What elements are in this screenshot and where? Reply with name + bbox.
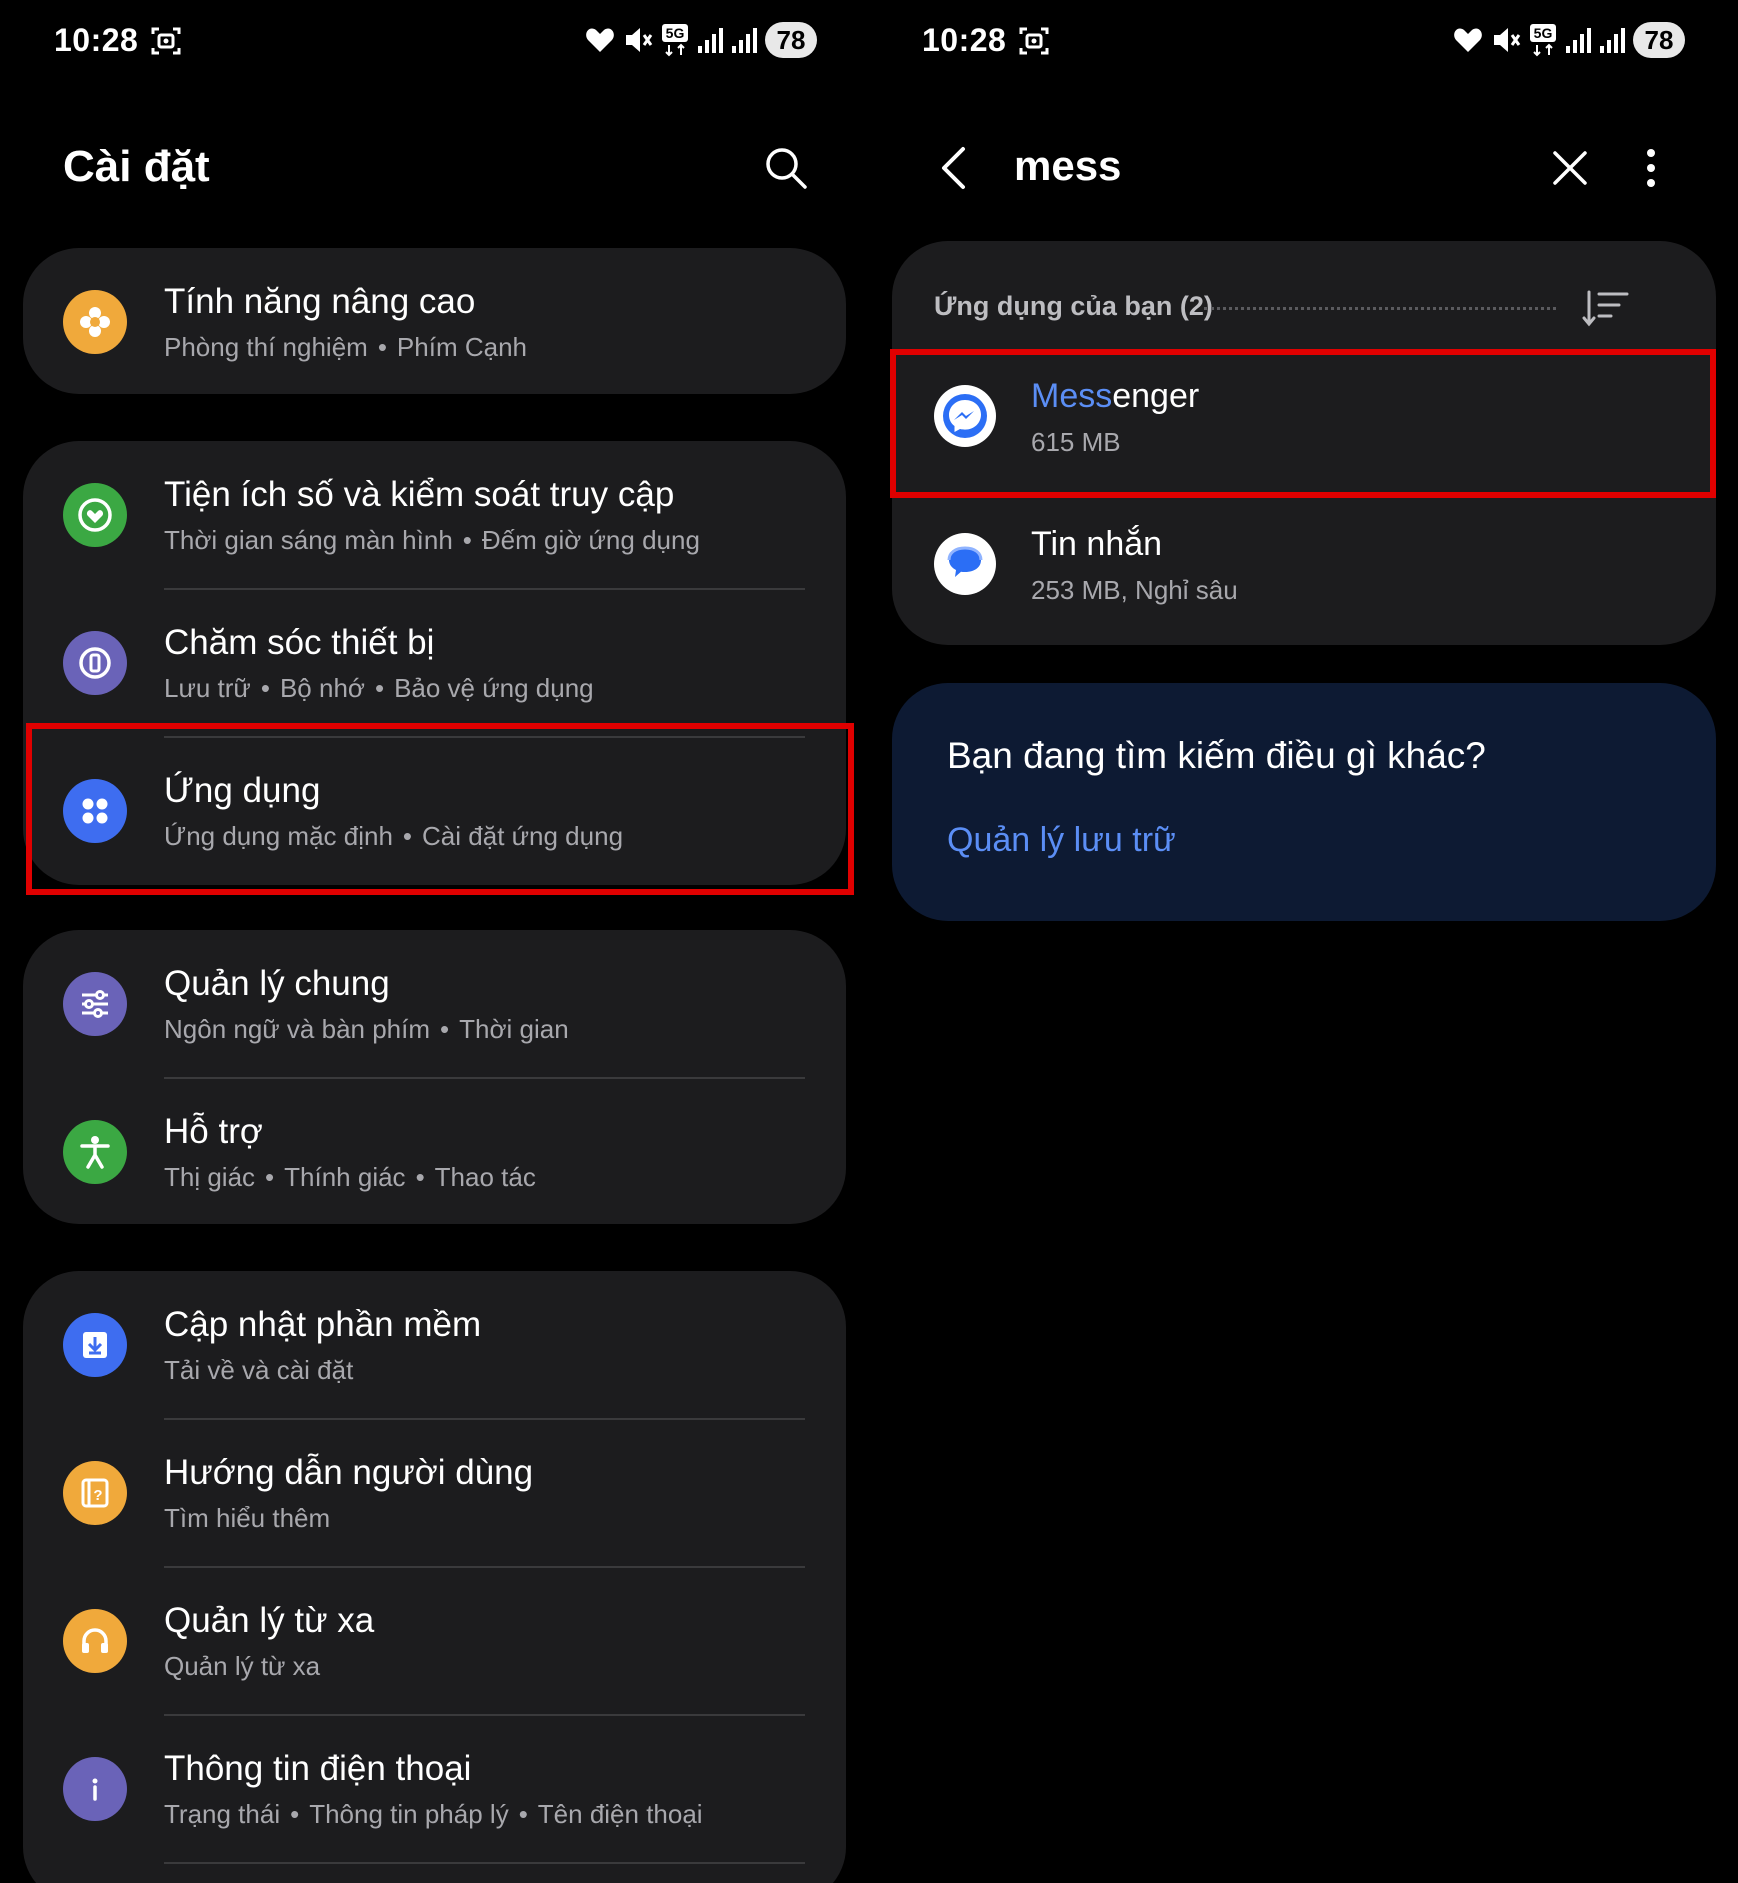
app-name: Tin nhắn <box>1031 525 1163 563</box>
signal-icon <box>732 28 757 53</box>
item-subtitle: Tải về và cài đặt <box>164 1355 354 1385</box>
app-size: 253 MB, Nghỉ sâu <box>1031 575 1238 605</box>
info-icon <box>63 1757 127 1821</box>
5g-icon: 5G <box>662 24 688 57</box>
item-title: Quản lý từ xa <box>164 1601 375 1640</box>
status-bar: 10:28 5G 78 <box>0 20 869 64</box>
heart-icon <box>1454 28 1482 52</box>
sliders-icon <box>63 972 127 1036</box>
settings-item-general-management[interactable]: Quản lý chung Ngôn ngữ và bàn phím • Thời … <box>23 930 846 1078</box>
svg-text:5G: 5G <box>666 25 685 41</box>
item-subtitle: Quản lý từ xa <box>164 1651 321 1681</box>
device-care-icon <box>63 631 127 695</box>
settings-screen: 10:28 5G 78 Cài đặt Tính năng nâng cao P… <box>0 0 869 1883</box>
item-title: Hướng dẫn người dùng <box>164 1453 534 1492</box>
section-divider <box>1204 307 1556 310</box>
screen-record-icon <box>1019 27 1049 55</box>
suggestion-question: Bạn đang tìm kiếm điều gì khác? <box>947 735 1486 776</box>
search-screen: 10:28 5G 78 mess Ứng dụng của bạn (2) Me… <box>869 0 1738 1883</box>
status-icons: 5G 78 <box>1453 22 1685 58</box>
storage-management-link[interactable]: Quản lý lưu trữ <box>947 821 1176 860</box>
settings-item-accessibility[interactable]: Hỗ trợ Thị giác • Thính giác • Thao tác <box>23 1078 846 1226</box>
svg-text:?: ? <box>93 1487 102 1504</box>
item-title: Tính năng nâng cao <box>164 282 476 321</box>
item-subtitle: Trạng thái • Thông tin pháp lý • Tên điện th… <box>164 1799 703 1829</box>
more-options-icon[interactable] <box>1644 148 1658 188</box>
settings-item-device-care[interactable]: Chăm sóc thiết bị Lưu trữ • Bộ nhớ • Bảo vệ … <box>23 589 846 737</box>
signal-icon <box>698 28 723 53</box>
highlight-box-messenger <box>890 349 1716 498</box>
item-subtitle: Thị giác • Thính giác • Thao tác <box>164 1162 536 1192</box>
search-icon[interactable] <box>764 146 808 190</box>
status-bar: 10:28 5G 78 <box>869 20 1738 64</box>
screen-record-icon <box>151 27 181 55</box>
wellbeing-heart-icon <box>63 483 127 547</box>
settings-item-remote-support[interactable]: Quản lý từ xa Quản lý từ xa <box>23 1567 846 1715</box>
settings-item-software-update[interactable]: Cập nhật phần mềm Tải về và cài đặt <box>23 1271 846 1419</box>
item-title: Hỗ trợ <box>164 1112 263 1151</box>
page-title: Cài đặt <box>63 142 210 191</box>
highlight-box-apps <box>26 723 854 895</box>
headset-icon <box>63 1609 127 1673</box>
signal-icon <box>1566 28 1591 53</box>
settings-group-4: Cập nhật phần mềm Tải về và cài đặt ? Hư… <box>23 1271 846 1883</box>
item-subtitle: Tìm hiểu thêm <box>164 1503 331 1533</box>
download-icon <box>63 1313 127 1377</box>
settings-group-3: Quản lý chung Ngôn ngữ và bàn phím • Thời … <box>23 930 846 1224</box>
settings-item-advanced-features[interactable]: Tính năng nâng cao Phòng thí nghiệm • Phím… <box>23 248 846 396</box>
search-suggestion-card: Bạn đang tìm kiếm điều gì khác? Quản lý … <box>892 683 1716 921</box>
search-input[interactable]: mess <box>1014 142 1121 190</box>
item-title: Chăm sóc thiết bị <box>164 623 435 662</box>
mute-icon <box>626 28 653 52</box>
divider <box>164 1862 805 1864</box>
section-header: Ứng dụng của bạn (2) <box>934 291 1213 321</box>
item-title: Tiện ích số và kiểm soát truy cập <box>164 475 675 514</box>
result-item-messages[interactable]: Tin nhắn 253 MB, Nghỉ sâu <box>892 497 1716 637</box>
accessibility-icon <box>63 1120 127 1184</box>
5g-icon: 5G <box>1530 24 1556 57</box>
settings-item-user-guide[interactable]: ? Hướng dẫn người dùng Tìm hiểu thêm <box>23 1419 846 1567</box>
status-time: 10:28 <box>922 22 1007 58</box>
messages-icon <box>934 533 996 595</box>
status-time: 10:28 <box>54 22 139 58</box>
status-icons: 5G 78 <box>585 22 817 58</box>
guide-book-icon: ? <box>63 1461 127 1525</box>
signal-icon <box>1600 28 1625 53</box>
clear-search-icon[interactable] <box>1552 150 1588 186</box>
settings-item-digital-wellbeing[interactable]: Tiện ích số và kiểm soát truy cập Thời g… <box>23 441 846 589</box>
settings-item-about-phone[interactable]: Thông tin điện thoại Trạng thái • Thông ti… <box>23 1715 846 1863</box>
battery-icon: 78 <box>1633 22 1685 58</box>
battery-icon: 78 <box>765 22 817 58</box>
flower-gear-icon <box>63 290 127 354</box>
back-arrow-icon[interactable] <box>939 146 969 190</box>
sort-icon[interactable] <box>1582 289 1630 327</box>
item-title: Thông tin điện thoại <box>164 1749 472 1788</box>
item-title: Quản lý chung <box>164 964 390 1003</box>
item-title: Cập nhật phần mềm <box>164 1305 482 1344</box>
item-subtitle: Phòng thí nghiệm • Phím Cạnh <box>164 332 527 362</box>
item-subtitle: Thời gian sáng màn hình • Đếm giờ ứng dụng <box>164 525 700 555</box>
mute-icon <box>1494 28 1521 52</box>
settings-group-1: Tính năng nâng cao Phòng thí nghiệm • Phím… <box>23 248 846 394</box>
svg-text:5G: 5G <box>1534 25 1553 41</box>
item-subtitle: Ngôn ngữ và bàn phím • Thời gian <box>164 1014 569 1044</box>
heart-icon <box>586 28 614 52</box>
item-subtitle: Lưu trữ • Bộ nhớ • Bảo vệ ứng dụng <box>164 673 594 703</box>
